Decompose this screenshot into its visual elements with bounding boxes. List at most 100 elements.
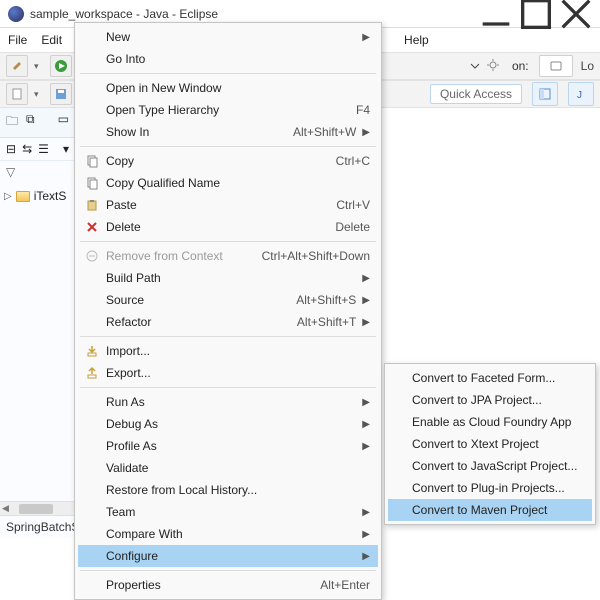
menu-item-restore-from-local-history[interactable]: Restore from Local History...: [78, 479, 378, 501]
perspective-java-icon[interactable]: J: [568, 82, 594, 106]
dropdown-icon[interactable]: ▾: [34, 89, 44, 100]
submenu-item-convert-to-maven-project[interactable]: Convert to Maven Project: [388, 499, 592, 521]
submenu-arrow-icon: ▶: [356, 441, 370, 452]
close-button[interactable]: [556, 2, 596, 26]
view-menu-icon[interactable]: ▾: [63, 142, 69, 156]
menu-item-label: Properties: [102, 578, 314, 592]
bottom-tab-label: SpringBatchSa: [6, 520, 75, 534]
menu-hotkey: F4: [350, 103, 370, 117]
menu-item-export[interactable]: Export...: [78, 362, 378, 384]
menu-hotkey: Alt+Enter: [314, 578, 370, 592]
menu-item-label: Refactor: [102, 315, 291, 329]
menu-item-import[interactable]: Import...: [78, 340, 378, 362]
menu-item-configure[interactable]: Configure▶: [78, 545, 378, 567]
menu-item-source[interactable]: SourceAlt+Shift+S▶: [78, 289, 378, 311]
menu-hotkey: Ctrl+C: [330, 154, 370, 168]
chevron-right-icon[interactable]: ▷: [4, 191, 12, 202]
menu-item-profile-as[interactable]: Profile As▶: [78, 435, 378, 457]
run-icon[interactable]: [50, 55, 72, 77]
submenu-item-label: Convert to Maven Project: [408, 503, 584, 517]
tab-icon[interactable]: 🗀: [6, 112, 18, 133]
menu-hotkey: Ctrl+Alt+Shift+Down: [256, 249, 370, 263]
menu-item-copy[interactable]: CopyCtrl+C: [78, 150, 378, 172]
submenu-item-convert-to-faceted-form[interactable]: Convert to Faceted Form...: [388, 367, 592, 389]
nav-down-icon[interactable]: ▽: [6, 165, 15, 179]
submenu-item-label: Convert to JavaScript Project...: [408, 459, 584, 473]
new-icon[interactable]: [6, 83, 28, 105]
tab-icon-hierarchy[interactable]: ⧉: [26, 112, 35, 133]
submenu-arrow-icon: ▶: [356, 551, 370, 562]
menu-item-open-in-new-window[interactable]: Open in New Window: [78, 77, 378, 99]
submenu-item-convert-to-xtext-project[interactable]: Convert to Xtext Project: [388, 433, 592, 455]
bottom-tab[interactable]: SpringBatchSa: [0, 515, 75, 538]
launch-dropdown-clipped[interactable]: Lo: [581, 59, 594, 73]
menu-item-label: Profile As: [102, 439, 356, 453]
menu-separator: [80, 387, 376, 388]
link-editor-icon[interactable]: ⇆: [22, 142, 32, 156]
menu-item-label: Show In: [102, 125, 287, 139]
target-select[interactable]: [539, 55, 573, 77]
collapse-all-icon[interactable]: ⊟: [6, 142, 16, 156]
configure-submenu: Convert to Faceted Form... Convert to JPA…: [384, 363, 596, 525]
minimize-button[interactable]: [476, 2, 516, 26]
menu-item-validate[interactable]: Validate: [78, 457, 378, 479]
menu-item-team[interactable]: Team▶: [78, 501, 378, 523]
menu-item-copy-qualified-name[interactable]: Copy Qualified Name: [78, 172, 378, 194]
scroll-thumb[interactable]: [19, 504, 53, 514]
package-explorer: 🗀 ⧉ ▭ ⊟ ⇆ ☰ ▾ ▽ ▷ iTextS ◀ SpringBatchSa: [0, 108, 76, 538]
submenu-item-convert-to-javascript-project[interactable]: Convert to JavaScript Project...: [388, 455, 592, 477]
gear-icon[interactable]: [486, 58, 500, 75]
sidebar-nav: ▽: [0, 161, 75, 183]
submenu-item-label: Enable as Cloud Foundry App: [408, 415, 584, 429]
filter-icon[interactable]: ☰: [38, 142, 49, 156]
menu-edit[interactable]: Edit: [41, 33, 62, 47]
menu-separator: [80, 570, 376, 571]
menu-item-new[interactable]: New▶: [78, 26, 378, 48]
menu-help[interactable]: Help: [404, 33, 429, 47]
submenu-item-label: Convert to JPA Project...: [408, 393, 584, 407]
menu-item-properties[interactable]: PropertiesAlt+Enter: [78, 574, 378, 596]
menu-item-label: Open Type Hierarchy: [102, 103, 350, 117]
menu-hotkey: Alt+Shift+S: [290, 293, 356, 307]
menu-item-label: Source: [102, 293, 290, 307]
on-label: on:: [512, 59, 529, 73]
sidebar-minimize-icon[interactable]: ▭: [58, 112, 69, 133]
menu-item-paste[interactable]: PasteCtrl+V: [78, 194, 378, 216]
perspective-open-icon[interactable]: [532, 82, 558, 106]
copy-q-icon: [82, 176, 102, 190]
sidebar-hscrollbar[interactable]: ◀: [0, 501, 75, 515]
sidebar-icons: ⊟ ⇆ ☰ ▾: [0, 138, 75, 161]
submenu-item-convert-to-plug-in-projects[interactable]: Convert to Plug-in Projects...: [388, 477, 592, 499]
submenu-arrow-icon: ▶: [356, 273, 370, 284]
menu-item-label: Compare With: [102, 527, 356, 541]
menu-item-refactor[interactable]: RefactorAlt+Shift+T▶: [78, 311, 378, 333]
menu-file[interactable]: File: [8, 33, 27, 47]
menu-hotkey: Delete: [329, 220, 370, 234]
menu-item-label: Export...: [102, 366, 370, 380]
menu-item-compare-with[interactable]: Compare With▶: [78, 523, 378, 545]
submenu-item-enable-as-cloud-foundry-app[interactable]: Enable as Cloud Foundry App: [388, 411, 592, 433]
scroll-left-icon[interactable]: ◀: [2, 503, 9, 514]
quick-access[interactable]: Quick Access: [430, 84, 522, 104]
hammer-icon[interactable]: [6, 55, 28, 77]
project-label: iTextS: [34, 189, 67, 203]
submenu-item-convert-to-jpa-project[interactable]: Convert to JPA Project...: [388, 389, 592, 411]
chevron-down-icon[interactable]: [470, 61, 480, 71]
menu-item-delete[interactable]: DeleteDelete: [78, 216, 378, 238]
menu-item-run-as[interactable]: Run As▶: [78, 391, 378, 413]
menu-item-label: Remove from Context: [102, 249, 256, 263]
menu-item-debug-as[interactable]: Debug As▶: [78, 413, 378, 435]
menu-item-build-path[interactable]: Build Path▶: [78, 267, 378, 289]
paste-icon: [82, 198, 102, 212]
menu-item-label: Open in New Window: [102, 81, 370, 95]
save-icon[interactable]: [50, 83, 72, 105]
dropdown-icon[interactable]: ▾: [34, 61, 44, 72]
menu-item-show-in[interactable]: Show InAlt+Shift+W▶: [78, 121, 378, 143]
tree-item-project[interactable]: ▷ iTextS: [4, 187, 71, 205]
menu-item-open-type-hierarchy[interactable]: Open Type HierarchyF4: [78, 99, 378, 121]
submenu-arrow-icon: ▶: [356, 127, 370, 138]
maximize-button[interactable]: [516, 2, 556, 26]
menu-item-label: Import...: [102, 344, 370, 358]
menu-item-go-into[interactable]: Go Into: [78, 48, 378, 70]
menu-separator: [80, 241, 376, 242]
